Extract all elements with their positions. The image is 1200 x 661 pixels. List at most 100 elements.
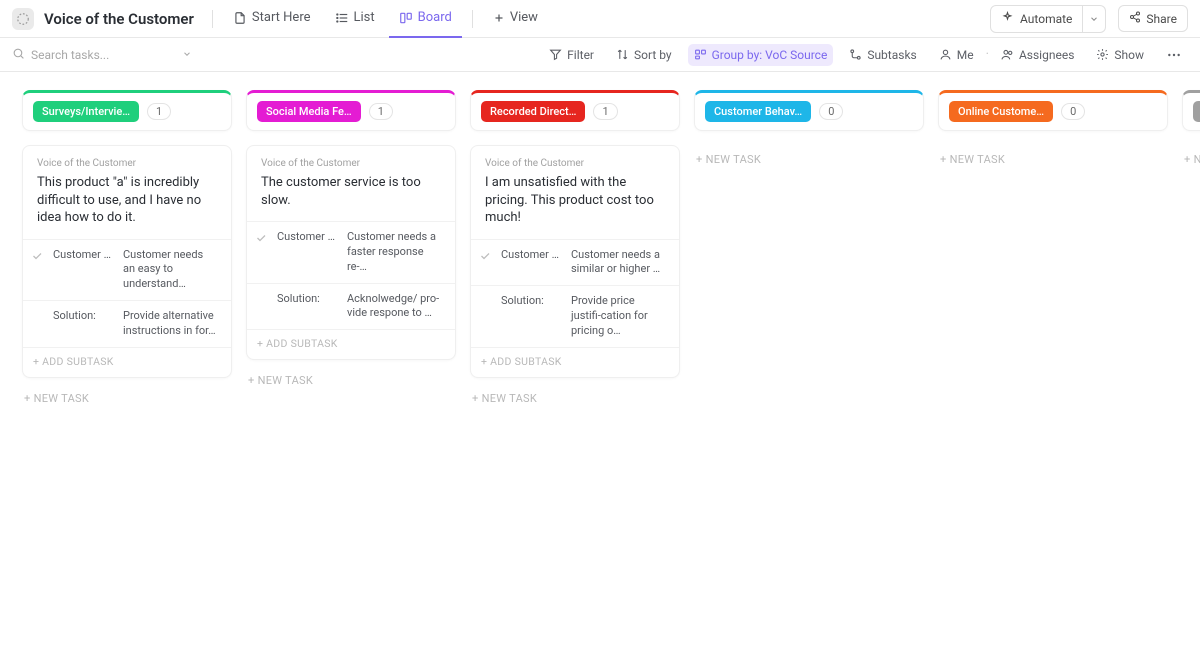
sparkle-icon xyxy=(1001,11,1014,27)
filter-button[interactable]: Filter xyxy=(543,44,600,66)
check-icon xyxy=(29,309,45,311)
top-nav: Voice of the Customer Start Here List Bo… xyxy=(0,0,1200,38)
status-pill: Surveys/Intervie… xyxy=(33,101,139,122)
add-subtask-button[interactable]: + ADD SUBTASK xyxy=(471,347,679,377)
status-pill: Social Media Fe… xyxy=(257,101,361,122)
new-task-button[interactable]: + NEW TASK xyxy=(246,360,456,389)
group-by-button[interactable]: Group by: VoC Source xyxy=(688,44,834,66)
column-header[interactable]: Online Custome… 0 xyxy=(938,90,1168,131)
subtask-row[interactable]: Customer … Customer needs a similar or hi… xyxy=(471,239,679,286)
check-icon xyxy=(477,248,493,262)
share-icon xyxy=(1129,11,1141,26)
toolbar: Search tasks... Filter Sort by Group by:… xyxy=(0,38,1200,72)
field-label: Customer … xyxy=(277,230,339,243)
status-pill: Recorded Direct… xyxy=(481,101,585,122)
chevron-down-icon xyxy=(182,48,192,62)
chevron-down-icon xyxy=(1089,14,1099,24)
users-icon xyxy=(1001,48,1014,61)
automate-group: Automate xyxy=(990,5,1106,33)
check-icon xyxy=(253,292,269,294)
subtask-row[interactable]: Customer … Customer needs an easy to unde… xyxy=(23,239,231,301)
board-column: Social Media Fe… 1 Voice of the Customer Th… xyxy=(246,90,456,389)
task-title: I am unsatisfied with the pricing. This … xyxy=(485,174,665,227)
field-value: Customer needs a faster response re-… xyxy=(347,230,441,275)
field-value: Acknolwedge/ pro-vide respone to … xyxy=(347,292,441,322)
list-icon xyxy=(335,11,349,25)
breadcrumb: Voice of the Customer xyxy=(485,158,665,169)
automate-button[interactable]: Automate xyxy=(990,5,1083,33)
add-subtask-button[interactable]: + ADD SUBTASK xyxy=(247,329,455,359)
task-title: This product "a" is incredibly difficult… xyxy=(37,174,217,227)
separator: · xyxy=(986,47,989,62)
field-label: Solution: xyxy=(53,309,115,322)
count-badge: 1 xyxy=(369,103,393,120)
assignees-button[interactable]: Assignees xyxy=(995,44,1080,66)
field-value: Customer needs a similar or higher … xyxy=(571,248,665,278)
user-icon xyxy=(939,48,952,61)
automate-dropdown[interactable] xyxy=(1082,5,1106,33)
search-icon xyxy=(12,47,25,63)
sort-icon xyxy=(616,48,629,61)
column-header[interactable]: Surveys/Intervie…1 xyxy=(22,90,232,131)
new-task-button[interactable]: + NE xyxy=(1182,131,1200,168)
subtask-row[interactable]: Solution: Provide alternative instruction… xyxy=(23,300,231,347)
field-label: Customer … xyxy=(53,248,115,261)
nav-start-here[interactable]: Start Here xyxy=(223,0,321,38)
subtasks-icon xyxy=(849,48,862,61)
subtask-row[interactable]: Solution: Acknolwedge/ pro-vide respone t… xyxy=(247,283,455,330)
check-icon xyxy=(29,248,45,262)
add-subtask-button[interactable]: + ADD SUBTASK xyxy=(23,347,231,377)
filter-icon xyxy=(549,48,562,61)
status-pill: Customer Behav… xyxy=(705,101,811,122)
column-header[interactable]: Social Media Fe… 1 xyxy=(246,90,456,131)
task-card[interactable]: Voice of the Customer The customer servic… xyxy=(246,145,456,360)
nav-list[interactable]: List xyxy=(325,0,385,38)
plus-icon xyxy=(493,12,505,24)
breadcrumb: Voice of the Customer xyxy=(261,158,441,169)
column-header[interactable]: Dir xyxy=(1182,90,1200,131)
field-value: Provide price justifi-cation for pricing… xyxy=(571,294,665,339)
workspace-icon[interactable] xyxy=(12,8,34,30)
board-column: Customer Behav…0+ NEW TASK xyxy=(694,90,924,168)
subtask-row[interactable]: Customer … Customer needs a faster respon… xyxy=(247,221,455,283)
task-card[interactable]: Voice of the Customer This product "a" is… xyxy=(22,145,232,378)
new-task-button[interactable]: + NEW TASK xyxy=(470,378,680,407)
status-pill: Online Custome… xyxy=(949,101,1053,122)
divider xyxy=(472,10,473,28)
status-pill: Dir xyxy=(1193,101,1200,122)
subtask-row[interactable]: Solution: Provide price justifi-cation fo… xyxy=(471,285,679,347)
check-icon xyxy=(253,230,269,244)
field-label: Solution: xyxy=(277,292,339,305)
search-input[interactable]: Search tasks... xyxy=(12,47,192,63)
board-icon xyxy=(399,11,413,25)
nav-add-view[interactable]: View xyxy=(483,0,548,38)
board-column: Online Custome… 0 + NEW TASK xyxy=(938,90,1168,168)
divider xyxy=(212,10,213,28)
subtasks-button[interactable]: Subtasks xyxy=(843,44,922,66)
me-button[interactable]: Me xyxy=(933,44,980,66)
doc-icon xyxy=(233,11,247,25)
board-area: Surveys/Intervie…1Voice of the CustomerT… xyxy=(0,72,1200,419)
board-column: Recorded Direct… 1 Voice of the Customer I … xyxy=(470,90,680,407)
settings-icon xyxy=(1096,48,1109,61)
task-title: The customer service is too slow. xyxy=(261,174,441,209)
field-value: Customer needs an easy to understand… xyxy=(123,248,217,293)
sort-button[interactable]: Sort by xyxy=(610,44,678,66)
share-button[interactable]: Share xyxy=(1118,5,1188,32)
field-label: Solution: xyxy=(501,294,563,307)
task-card[interactable]: Voice of the Customer I am unsatisfied wi… xyxy=(470,145,680,378)
count-badge: 0 xyxy=(1061,103,1085,120)
field-label: Customer … xyxy=(501,248,563,261)
breadcrumb: Voice of the Customer xyxy=(37,158,217,169)
count-badge: 1 xyxy=(593,103,617,120)
group-icon xyxy=(694,48,707,61)
column-header[interactable]: Recorded Direct… 1 xyxy=(470,90,680,131)
nav-board[interactable]: Board xyxy=(389,0,462,38)
new-task-button[interactable]: + NEW TASK xyxy=(938,131,1168,168)
column-header[interactable]: Customer Behav…0 xyxy=(694,90,924,131)
new-task-button[interactable]: + NEW TASK xyxy=(694,131,924,168)
more-button[interactable] xyxy=(1160,43,1188,67)
new-task-button[interactable]: + NEW TASK xyxy=(22,378,232,407)
field-value: Provide alternative instructions in for… xyxy=(123,309,217,339)
show-button[interactable]: Show xyxy=(1090,44,1150,66)
